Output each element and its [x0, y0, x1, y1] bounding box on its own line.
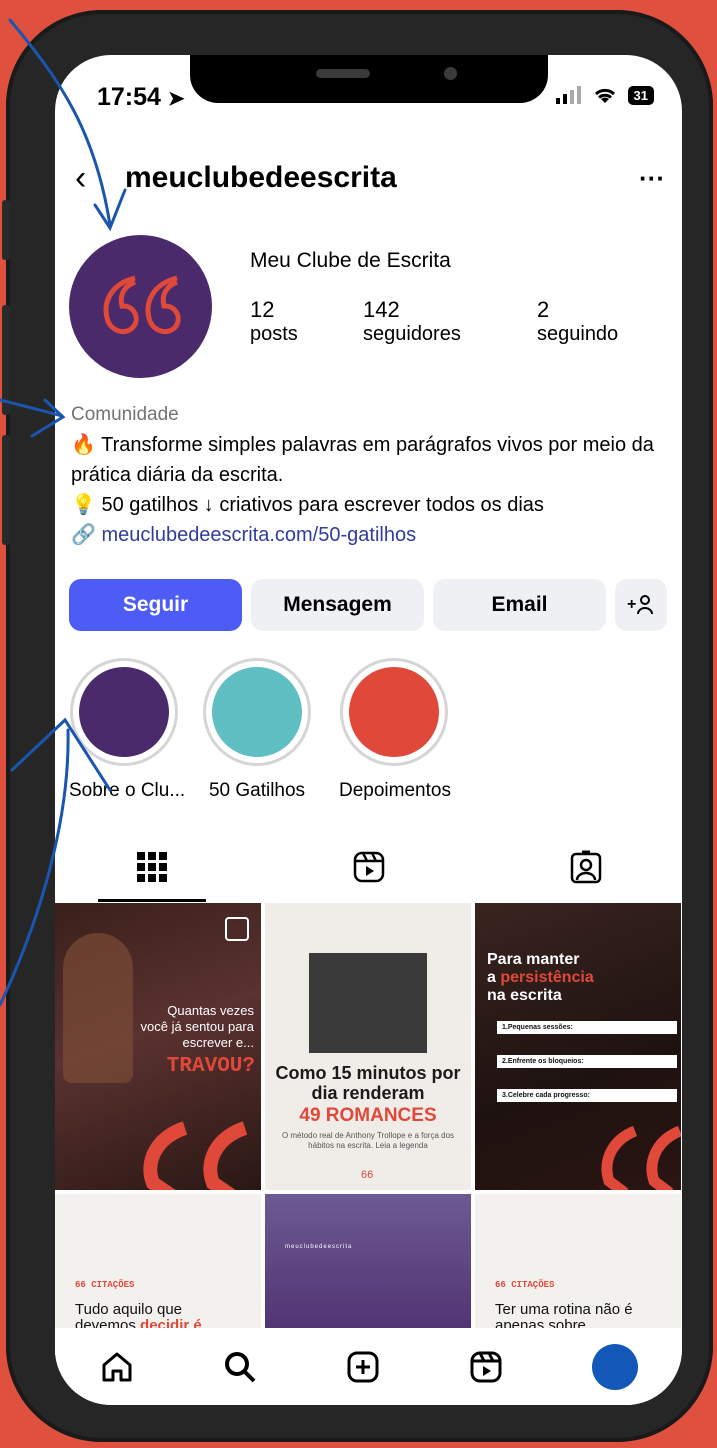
profile-bio: Comunidade 🔥 Transforme simples palavras…	[71, 400, 671, 550]
carousel-icon	[225, 917, 249, 941]
highlight-cover	[212, 667, 302, 757]
highlight-ring	[70, 658, 178, 766]
notch-speaker	[316, 69, 370, 78]
profile-link[interactable]: 🔗 meuclubedeescrita.com/50-gatilhos	[71, 520, 671, 550]
stat-followers[interactable]: 142 seguidores	[363, 297, 537, 346]
post-highlight-text: 49 ROMANCES	[299, 1105, 437, 1126]
highlight-label: Depoimentos	[339, 780, 451, 801]
tab-reels[interactable]	[315, 835, 423, 899]
back-icon[interactable]: ‹	[75, 159, 125, 198]
profile-name: Meu Clube de Escrita	[250, 249, 451, 272]
post-list-item: 1.Pequenas sessões:	[497, 1021, 677, 1034]
svg-text:+: +	[627, 596, 636, 613]
post-tile[interactable]: Como 15 minutos por dia renderam 49 ROMA…	[265, 903, 471, 1190]
location-arrow-icon: ➤	[167, 88, 185, 110]
post-text: Quantas vezes você já sentou para escrev…	[140, 1003, 254, 1050]
phone-notch	[190, 55, 548, 103]
tab-grid[interactable]	[98, 835, 206, 902]
highlight-gatilhos[interactable]: 50 Gatilhos	[202, 658, 312, 802]
highlight-ring	[340, 658, 448, 766]
wifi-icon	[594, 88, 615, 103]
stat-value: 2	[537, 297, 550, 322]
highlight-sobre[interactable]: Sobre o Clu...	[69, 658, 186, 802]
content-tabs	[55, 835, 682, 903]
bio-line-2: 💡 50 gatilhos ↓ criativos para escrever …	[71, 494, 544, 516]
story-highlights: Sobre o Clu... 50 Gatilhos Depoimentos	[55, 658, 682, 808]
post-portrait	[309, 953, 427, 1053]
avatar[interactable]	[69, 235, 212, 378]
stat-posts[interactable]: 12 posts	[250, 297, 363, 346]
home-icon[interactable]	[100, 1350, 134, 1384]
post-tag: meuclubedeescrita	[285, 1244, 353, 1250]
profile-header: ‹ meuclubedeescrita ···	[75, 153, 665, 203]
lightbulb-icon: 💡	[71, 494, 96, 516]
profile-stats: 12 posts 142 seguidores 2 seguindo	[250, 297, 618, 346]
post-list-item: 3.Celebre cada progresso:	[497, 1089, 677, 1102]
highlight-cover	[79, 667, 169, 757]
quote-mark-icon: 66	[361, 1169, 374, 1181]
reels-icon	[353, 851, 385, 883]
grid-icon	[137, 852, 167, 882]
highlight-label: 50 Gatilhos	[208, 780, 306, 801]
signal-icon	[555, 86, 581, 104]
add-person-icon: +	[627, 595, 653, 615]
add-person-button[interactable]: +	[615, 579, 667, 631]
tab-tagged[interactable]	[532, 835, 640, 899]
post-tag: 66 CITAÇÕES	[75, 1280, 135, 1290]
stat-value: 142	[363, 297, 400, 322]
email-button[interactable]: Email	[433, 579, 606, 631]
post-title: Para manter a persistência na escrita	[487, 951, 594, 1004]
status-time: 17:54 ➤	[97, 83, 185, 111]
battery-indicator: 31	[627, 85, 654, 105]
message-button[interactable]: Mensagem	[251, 579, 424, 631]
highlight-depoimentos[interactable]: Depoimentos	[339, 658, 451, 802]
quote-logo-icon	[103, 275, 181, 334]
link-icon: 🔗	[71, 524, 96, 546]
post-caption: O método real de Anthony Trollope e a fo…	[281, 1131, 455, 1150]
phone-volume-up	[2, 305, 10, 415]
highlight-label: Sobre o Clu...	[69, 780, 186, 801]
status-indicators: 31	[555, 85, 654, 105]
profile-category: Comunidade	[71, 404, 179, 425]
profile-avatar-tab[interactable]	[591, 1343, 638, 1390]
post-tag: 66 CITAÇÕES	[495, 1280, 555, 1290]
bio-line-1: 🔥 Transforme simples palavras em parágra…	[71, 434, 654, 486]
post-highlight-text: TRAVOU?	[166, 1055, 255, 1078]
stat-label: seguindo	[537, 323, 619, 345]
more-options-icon[interactable]: ···	[639, 163, 665, 194]
reels-icon[interactable]	[469, 1350, 503, 1384]
notch-camera	[444, 67, 457, 80]
stat-value: 12	[250, 297, 275, 322]
tagged-icon	[570, 850, 602, 884]
highlight-ring	[203, 658, 311, 766]
post-tile[interactable]: Para manter a persistência na escrita 1.…	[475, 903, 681, 1190]
phone-mute-switch	[2, 200, 10, 260]
bottom-navigation	[55, 1328, 682, 1405]
post-tile[interactable]: Quantas vezes você já sentou para escrev…	[55, 903, 261, 1190]
stat-following[interactable]: 2 seguindo	[537, 297, 618, 346]
stat-label: posts	[250, 323, 298, 345]
create-post-icon[interactable]	[346, 1350, 380, 1384]
profile-actions: Seguir Mensagem Email +	[69, 579, 667, 631]
quote-mark-icon	[601, 1125, 681, 1190]
header-username: meuclubedeescrita	[125, 161, 397, 194]
fire-icon: 🔥	[71, 434, 96, 456]
post-photo-figure	[63, 933, 133, 1083]
post-list-item: 2.Enfrente os bloqueios:	[497, 1055, 677, 1068]
stat-label: seguidores	[363, 323, 461, 345]
quote-mark-icon	[143, 1121, 248, 1190]
highlight-cover	[349, 667, 439, 757]
search-icon[interactable]	[223, 1350, 257, 1384]
follow-button[interactable]: Seguir	[69, 579, 242, 631]
phone-screen: 17:54 ➤ 31 ‹ meuclubedeescrita ··· Meu C…	[55, 55, 682, 1405]
phone-volume-down	[2, 435, 10, 545]
post-title: Como 15 minutos por dia renderam	[275, 1063, 461, 1103]
